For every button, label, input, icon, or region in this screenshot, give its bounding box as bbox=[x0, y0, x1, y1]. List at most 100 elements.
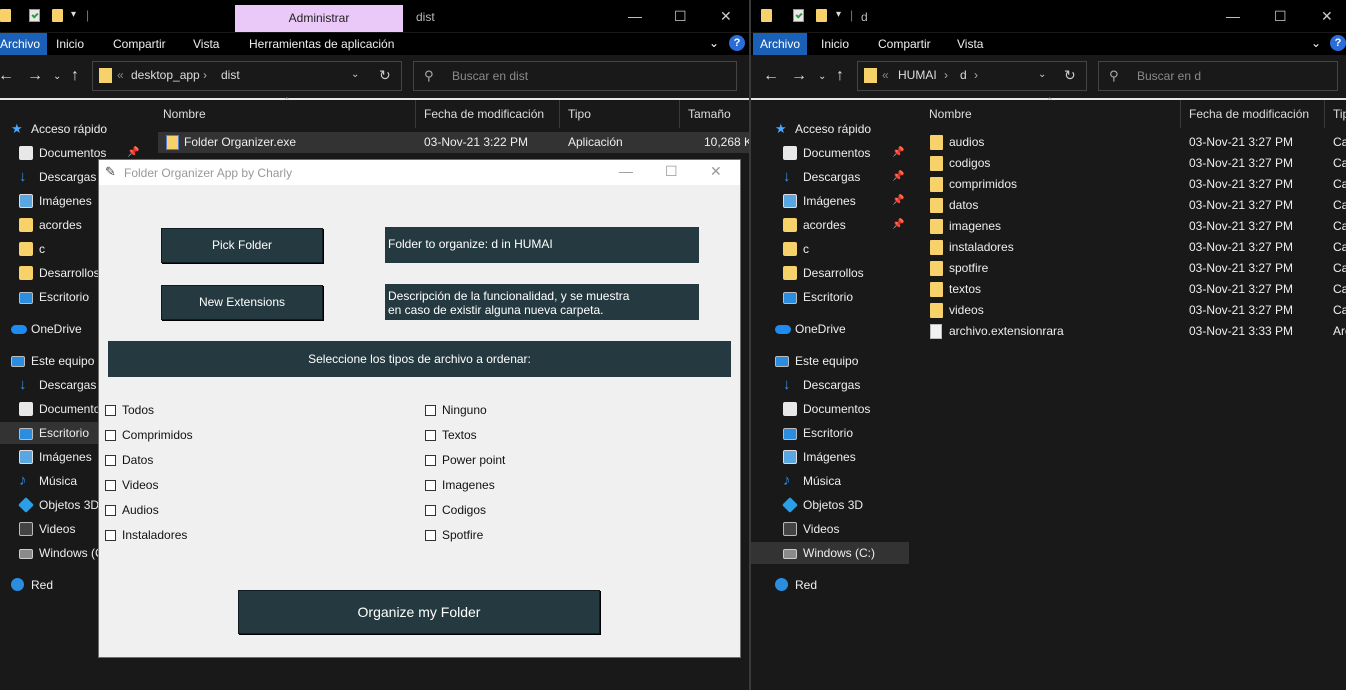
organize-button[interactable]: Organize my Folder bbox=[238, 590, 600, 634]
file-row[interactable]: spotfire 03-Nov-21 3:27 PM Carpeta de arch… bbox=[909, 258, 1346, 279]
tab-compartir[interactable]: Compartir bbox=[106, 33, 173, 55]
pin-icon[interactable]: 📌 bbox=[892, 190, 904, 212]
tab-archivo[interactable]: Archivo bbox=[0, 33, 48, 55]
breadcrumb-humai[interactable]: HUMAI bbox=[898, 68, 937, 82]
new-folder-icon[interactable] bbox=[52, 9, 63, 22]
breadcrumb-desktop-app[interactable]: desktop_app bbox=[131, 68, 200, 82]
back-arrow-icon[interactable]: ← bbox=[0, 67, 14, 85]
file-row[interactable]: archivo.extensionrara 03-Nov-21 3:33 PM Ar… bbox=[909, 321, 1346, 342]
recent-dropdown-icon[interactable]: ⌄ bbox=[818, 71, 826, 82]
close-button[interactable]: ✕ bbox=[720, 8, 732, 25]
properties-icon[interactable] bbox=[29, 9, 40, 22]
tab-inicio[interactable]: Inicio bbox=[49, 33, 91, 55]
properties-icon[interactable] bbox=[793, 9, 804, 22]
checkbox-box[interactable] bbox=[425, 480, 436, 491]
recent-dropdown-icon[interactable]: ⌄ bbox=[53, 71, 61, 82]
help-icon[interactable]: ? bbox=[729, 35, 745, 51]
file-row[interactable]: videos 03-Nov-21 3:27 PM Carpeta de archiv… bbox=[909, 300, 1346, 321]
nav-item-imagenes[interactable]: Imágenes bbox=[751, 446, 909, 468]
tab-compartir[interactable]: Compartir bbox=[871, 33, 938, 55]
file-row-folder-organizer[interactable]: Folder Organizer.exe 03-Nov-21 3:22 PM A… bbox=[158, 132, 749, 153]
nav-item-acceso-rapido[interactable]: ★ Acceso rápido bbox=[0, 118, 145, 140]
checkbox-box[interactable] bbox=[425, 530, 436, 541]
refresh-icon[interactable]: ↻ bbox=[379, 67, 391, 84]
nav-item-c[interactable]: c bbox=[751, 238, 909, 260]
checkbox-box[interactable] bbox=[425, 505, 436, 516]
nav-item-windows-c[interactable]: Windows (C:) bbox=[751, 542, 909, 564]
nav-item-videos[interactable]: Videos bbox=[751, 518, 909, 540]
expand-ribbon-icon[interactable]: ⌄ bbox=[709, 36, 719, 50]
file-row[interactable]: datos 03-Nov-21 3:27 PM Carpeta de archivo… bbox=[909, 195, 1346, 216]
nav-item-escritorio[interactable]: Escritorio bbox=[751, 422, 909, 444]
nav-item-desarrollos[interactable]: Desarrollos bbox=[751, 262, 909, 284]
close-button[interactable]: ✕ bbox=[1321, 8, 1333, 25]
minimize-button[interactable]: — bbox=[628, 8, 642, 24]
checkbox-box[interactable] bbox=[105, 455, 116, 466]
nav-item-descargas[interactable]: ↓ Descargas bbox=[751, 374, 909, 396]
tab-inicio[interactable]: Inicio bbox=[814, 33, 856, 55]
checkbox-box[interactable] bbox=[425, 405, 436, 416]
back-arrow-icon[interactable]: ← bbox=[763, 67, 779, 85]
nav-item-imagenes[interactable]: Imágenes 📌 bbox=[751, 190, 909, 212]
tab-vista[interactable]: Vista bbox=[950, 33, 990, 55]
address-bar[interactable]: « desktop_app › dist ⌄ ↻ bbox=[92, 61, 402, 91]
refresh-icon[interactable]: ↻ bbox=[1064, 67, 1076, 84]
column-tipo[interactable]: Tipo bbox=[560, 100, 680, 128]
quick-access-dropdown-icon[interactable]: ▾ bbox=[71, 9, 76, 20]
quick-access-dropdown-icon[interactable]: ▾ bbox=[836, 9, 841, 20]
context-tab-administrar[interactable]: Administrar bbox=[235, 5, 403, 32]
maximize-button[interactable]: ☐ bbox=[1274, 8, 1287, 25]
file-row[interactable]: imagenes 03-Nov-21 3:27 PM Carpeta de arch… bbox=[909, 216, 1346, 237]
pin-icon[interactable]: 📌 bbox=[892, 142, 904, 164]
nav-item-escritorio[interactable]: Escritorio bbox=[751, 286, 909, 308]
new-folder-icon[interactable] bbox=[816, 9, 827, 22]
nav-item-red[interactable]: Red bbox=[751, 574, 909, 596]
nav-item-onedrive[interactable]: OneDrive bbox=[751, 318, 909, 340]
up-arrow-icon[interactable]: ↑ bbox=[836, 67, 844, 85]
tab-vista[interactable]: Vista bbox=[186, 33, 226, 55]
tab-herramientas[interactable]: Herramientas de aplicación bbox=[242, 33, 401, 55]
forward-arrow-icon[interactable]: → bbox=[27, 67, 43, 85]
up-arrow-icon[interactable]: ↑ bbox=[71, 67, 79, 85]
column-nombre[interactable]: Nombre bbox=[155, 100, 416, 128]
new-extensions-button[interactable]: New Extensions bbox=[161, 285, 323, 320]
checkbox-box[interactable] bbox=[105, 530, 116, 541]
file-row[interactable]: audios 03-Nov-21 3:27 PM Carpeta de archiv… bbox=[909, 132, 1346, 153]
checkbox-box[interactable] bbox=[425, 430, 436, 441]
address-bar[interactable]: « HUMAI › d › ⌄ ↻ bbox=[857, 61, 1087, 91]
column-nombre[interactable]: Nombre bbox=[921, 100, 1181, 128]
column-fecha[interactable]: Fecha de modificación bbox=[416, 100, 560, 128]
checkbox-box[interactable] bbox=[105, 405, 116, 416]
nav-item-documentos[interactable]: Documentos 📌 bbox=[751, 142, 909, 164]
file-row[interactable]: textos 03-Nov-21 3:27 PM Carpeta de archiv… bbox=[909, 279, 1346, 300]
search-box[interactable]: ⚲ Buscar en dist bbox=[413, 61, 737, 91]
nav-item-objetos-3d[interactable]: Objetos 3D bbox=[751, 494, 909, 516]
minimize-button[interactable]: — bbox=[619, 163, 633, 179]
nav-item-este-equipo[interactable]: Este equipo bbox=[751, 350, 909, 372]
checkbox-box[interactable] bbox=[425, 455, 436, 466]
help-icon[interactable]: ? bbox=[1330, 35, 1346, 51]
close-button[interactable]: ✕ bbox=[710, 163, 722, 180]
maximize-button[interactable]: ☐ bbox=[665, 163, 678, 180]
checkbox-box[interactable] bbox=[105, 480, 116, 491]
chevron-down-icon[interactable]: ⌄ bbox=[1038, 69, 1046, 80]
pick-folder-button[interactable]: Pick Folder bbox=[161, 228, 323, 263]
pin-icon[interactable]: 📌 bbox=[892, 214, 904, 236]
column-tamano[interactable]: Tamaño bbox=[680, 100, 749, 128]
breadcrumb-dist[interactable]: dist bbox=[221, 68, 240, 82]
maximize-button[interactable]: ☐ bbox=[674, 8, 687, 25]
nav-item-acordes[interactable]: acordes 📌 bbox=[751, 214, 909, 236]
nav-item-musica[interactable]: ♪ Música bbox=[751, 470, 909, 492]
checkbox-box[interactable] bbox=[105, 430, 116, 441]
breadcrumb-d[interactable]: d bbox=[960, 68, 967, 82]
forward-arrow-icon[interactable]: → bbox=[791, 67, 807, 85]
file-row[interactable]: instaladores 03-Nov-21 3:27 PM Carpeta de … bbox=[909, 237, 1346, 258]
tab-archivo[interactable]: Archivo bbox=[753, 33, 808, 55]
nav-item-documentos[interactable]: Documentos bbox=[751, 398, 909, 420]
file-row[interactable]: codigos 03-Nov-21 3:27 PM Carpeta de archi… bbox=[909, 153, 1346, 174]
nav-item-acceso-rapido[interactable]: ★ Acceso rápido bbox=[751, 118, 909, 140]
nav-item-descargas[interactable]: ↓ Descargas 📌 bbox=[751, 166, 909, 188]
column-tipo[interactable]: Tipo bbox=[1325, 100, 1346, 128]
search-box[interactable]: ⚲ Buscar en d bbox=[1098, 61, 1338, 91]
pin-icon[interactable]: 📌 bbox=[892, 166, 904, 188]
